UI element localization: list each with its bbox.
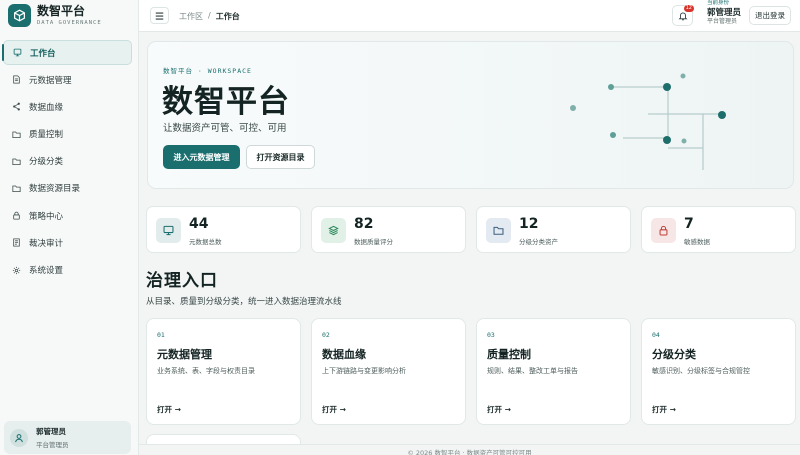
breadcrumb-separator: / — [208, 11, 211, 20]
hero-banner: 数智平台 · WORKSPACE 数智平台 让数据资产可管、可控、可用 进入元数… — [147, 41, 794, 189]
breadcrumb: 工作区 / 工作台 — [179, 11, 240, 22]
stat-label: 元数据总数 — [189, 238, 222, 246]
lock-icon — [651, 218, 676, 243]
lock-icon — [13, 211, 20, 220]
sidebar-item-metadata[interactable]: 元数据管理 — [3, 67, 132, 92]
brand-subtitle: DATA GOVERNANCE — [37, 20, 102, 26]
stat-card-classified: 12 分级分类资产 — [476, 206, 631, 253]
notification-button[interactable]: 12 — [672, 5, 694, 26]
sidebar-item-audit[interactable]: 裁决审计 — [3, 230, 132, 255]
stat-value: 7 — [684, 216, 694, 232]
bell-icon — [678, 11, 687, 20]
stat-card-quality: 82 数据质量评分 — [311, 206, 466, 253]
hero-eyebrow: 数智平台 · WORKSPACE — [163, 67, 252, 75]
sidebar-item-label: 策略中心 — [29, 211, 64, 222]
entry-card-classification[interactable]: 04 分级分类 敏感识别、分级标签与合规管控 打开 → — [641, 318, 796, 425]
card-description: 敏感识别、分级标签与合规管控 — [652, 367, 750, 375]
menu-toggle-button[interactable] — [150, 7, 169, 24]
identity-name: 郭管理员 — [707, 7, 742, 18]
footer: © 2026 数智平台 · 数据资产可管可控可用 — [139, 444, 800, 455]
breadcrumb-current: 工作台 — [215, 12, 240, 21]
sidebar-item-label: 系统设置 — [29, 266, 64, 276]
sidebar-item-workbench[interactable]: 工作台 — [3, 40, 132, 65]
card-open-link[interactable]: 打开 → — [487, 404, 511, 415]
hero-title: 数智平台 — [162, 84, 290, 120]
document-icon — [13, 75, 20, 84]
sidebar-item-label: 裁决审计 — [29, 238, 64, 249]
current-identity: 当前身份 郭管理员 平台管理员 — [707, 0, 742, 25]
topbar: 工作区 / 工作台 12 当前身份 郭管理员 平台管理员 退出登录 — [139, 0, 800, 32]
stat-card-metadata: 44 元数据总数 — [146, 206, 301, 253]
sidebar-item-label: 工作台 — [30, 48, 56, 59]
sidebar-item-quality[interactable]: 质量控制 — [3, 122, 132, 147]
user-card[interactable]: 郭管理员 平台管理员 — [4, 421, 131, 454]
avatar-icon — [10, 428, 28, 447]
breadcrumb-workspace[interactable]: 工作区 — [179, 11, 203, 22]
brand-title: 数智平台 — [37, 4, 86, 18]
card-open-link[interactable]: 打开 → — [157, 404, 181, 415]
notification-badge: 12 — [683, 5, 694, 12]
card-number: 04 — [652, 331, 660, 339]
monitor-icon — [156, 218, 181, 243]
card-description: 上下游链路与变更影响分析 — [322, 367, 406, 375]
sidebar-item-label: 元数据管理 — [29, 75, 72, 86]
cube-logo-icon — [8, 4, 31, 27]
entry-card-quality[interactable]: 03 质量控制 规则、结果、整改工单与报告 打开 → — [476, 318, 631, 425]
user-role: 平台管理员 — [36, 441, 69, 449]
enter-metadata-button[interactable]: 进入元数据管理 — [163, 145, 240, 169]
layers-icon — [321, 218, 346, 243]
card-title: 元数据管理 — [157, 348, 212, 361]
stat-label: 数据质量评分 — [354, 238, 393, 246]
gear-icon — [12, 266, 21, 274]
folder-icon — [12, 131, 21, 138]
card-description: 规则、结果、整改工单与报告 — [487, 367, 578, 375]
sidebar-item-catalog[interactable]: 数据资源目录 — [3, 176, 132, 201]
sidebar-item-label: 数据血缘 — [29, 102, 64, 113]
sidebar-item-settings[interactable]: 系统设置 — [3, 258, 132, 283]
entry-card-metadata[interactable]: 01 元数据管理 业务系统、表、字段与权责目录 打开 → — [146, 318, 301, 425]
stat-value: 44 — [189, 216, 209, 232]
hamburger-icon — [155, 11, 164, 20]
sidebar: 数智平台 DATA GOVERNANCE 工作台 元数据管理 数据血缘 质量控制… — [0, 0, 139, 455]
folder-icon — [12, 158, 21, 165]
card-number: 02 — [322, 331, 330, 339]
sidebar-nav: 工作台 元数据管理 数据血缘 质量控制 分级分类 数据资源目录 策略中心 裁决审… — [3, 40, 132, 285]
lineage-graph-illustration — [570, 73, 726, 170]
sidebar-item-label: 数据资源目录 — [29, 184, 81, 195]
stat-value: 82 — [354, 216, 374, 232]
card-title: 分级分类 — [652, 348, 696, 361]
card-title: 质量控制 — [487, 348, 531, 361]
card-open-link[interactable]: 打开 → — [652, 404, 676, 415]
stat-card-sensitive: 7 敏感数据 — [641, 206, 796, 253]
hero-subtitle: 让数据资产可管、可控、可用 — [163, 123, 287, 134]
sidebar-item-label: 质量控制 — [29, 130, 64, 141]
stat-label: 分级分类资产 — [519, 238, 558, 246]
sidebar-item-label: 分级分类 — [29, 157, 64, 168]
folder-icon — [12, 185, 21, 192]
card-description: 业务系统、表、字段与权责目录 — [157, 367, 255, 375]
share-icon — [13, 102, 20, 111]
open-catalog-button[interactable]: 打开资源目录 — [246, 145, 315, 169]
workbench-icon — [13, 48, 22, 57]
section-title: 治理入口 — [146, 271, 218, 291]
sidebar-item-policy[interactable]: 策略中心 — [3, 203, 132, 228]
card-title: 数据血缘 — [322, 348, 366, 361]
card-number: 03 — [487, 331, 495, 339]
brand[interactable]: 数智平台 DATA GOVERNANCE — [8, 4, 102, 27]
identity-label: 当前身份 — [707, 0, 730, 6]
user-name: 郭管理员 — [36, 427, 66, 436]
identity-role: 平台管理员 — [707, 18, 738, 25]
entry-card-partial — [146, 434, 301, 444]
logout-button[interactable]: 退出登录 — [749, 6, 791, 25]
entry-card-lineage[interactable]: 02 数据血缘 上下游链路与变更影响分析 打开 → — [311, 318, 466, 425]
folder-icon — [486, 218, 511, 243]
sidebar-item-lineage[interactable]: 数据血缘 — [3, 94, 132, 119]
card-number: 01 — [157, 331, 165, 339]
audit-icon — [13, 238, 20, 247]
section-subtitle: 从目录、质量到分级分类，统一进入数据治理流水线 — [146, 297, 342, 307]
stat-label: 敏感数据 — [684, 238, 710, 246]
card-open-link[interactable]: 打开 → — [322, 404, 346, 415]
stat-value: 12 — [519, 216, 539, 232]
sidebar-item-classification[interactable]: 分级分类 — [3, 149, 132, 174]
